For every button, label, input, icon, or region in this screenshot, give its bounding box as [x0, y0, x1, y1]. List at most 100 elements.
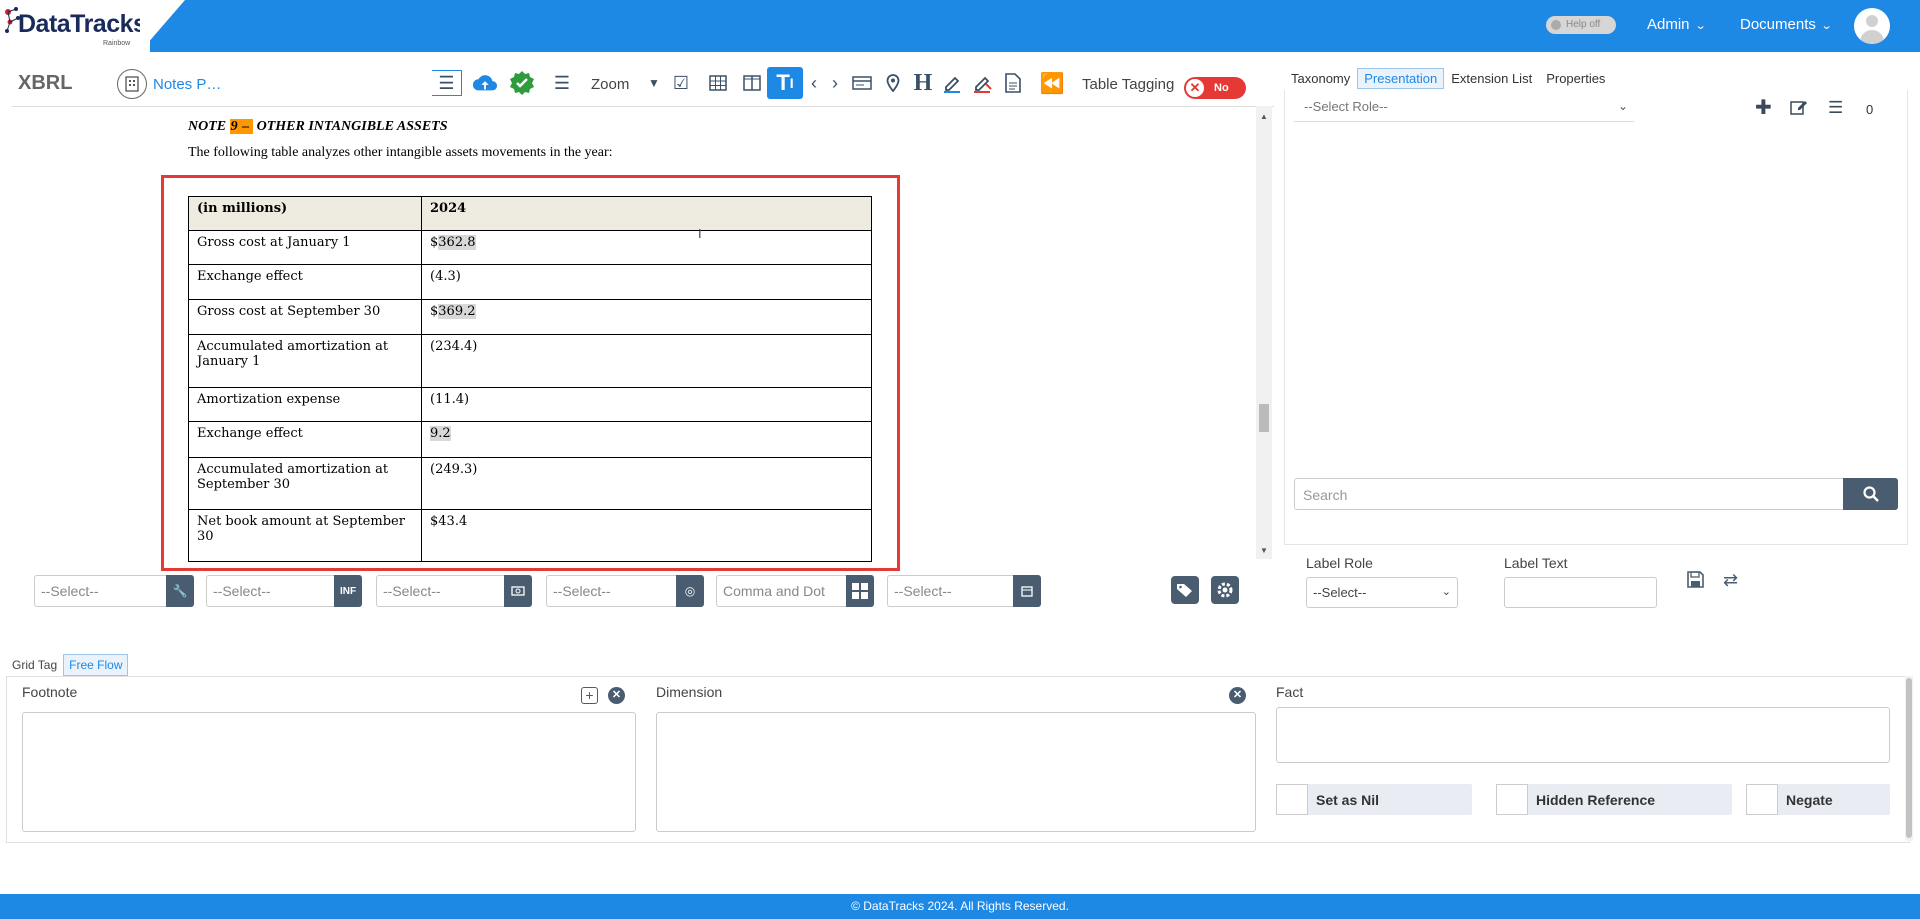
tab-properties[interactable]: Properties: [1539, 68, 1612, 89]
card-icon[interactable]: [849, 70, 875, 96]
select-group-1[interactable]: --Select-- 🔧: [34, 575, 194, 607]
search-button[interactable]: [1843, 478, 1898, 510]
fact-textarea[interactable]: [1276, 707, 1890, 763]
select-group-5[interactable]: Comma and Dot: [716, 575, 874, 607]
right-panel-tabs: Taxonomy Presentation Extension List Pro…: [1284, 68, 1612, 89]
note-title: NOTE 9 – OTHER INTANGIBLE ASSETS: [188, 119, 448, 135]
map-pin-icon[interactable]: [880, 70, 906, 96]
close-icon: ✕: [1186, 79, 1204, 97]
admin-menu[interactable]: Admin ⌄: [1647, 16, 1706, 33]
text-tag-icon[interactable]: TI: [767, 67, 803, 99]
select-5[interactable]: Comma and Dot: [716, 575, 846, 607]
select-3[interactable]: --Select--: [376, 575, 504, 607]
documents-menu-label: Documents: [1740, 16, 1816, 33]
select-4[interactable]: --Select--: [546, 575, 676, 607]
clear-footnote-icon[interactable]: ✕: [608, 687, 625, 704]
search-input[interactable]: Search: [1294, 478, 1844, 510]
user-avatar[interactable]: [1854, 8, 1890, 44]
label-role-select[interactable]: --Select-- ⌄: [1306, 577, 1458, 608]
wrench-icon[interactable]: 🔧: [166, 575, 194, 607]
top-header: DataTracks Rainbow Help off Admin ⌄ Docum…: [0, 0, 1920, 52]
heading-icon[interactable]: H: [910, 70, 936, 96]
add-footnote-icon[interactable]: +: [581, 687, 598, 704]
rewind-icon[interactable]: ⏪: [1039, 70, 1065, 96]
currency-icon[interactable]: [504, 575, 532, 607]
dimension-textarea[interactable]: [656, 712, 1256, 832]
tab-taxonomy[interactable]: Taxonomy: [1284, 68, 1357, 89]
settings-gear-icon[interactable]: [1211, 576, 1239, 604]
set-as-nil-checkbox[interactable]: Set as Nil: [1276, 784, 1472, 815]
scroll-down-icon[interactable]: ▼: [1260, 546, 1268, 555]
tab-extension-list[interactable]: Extension List: [1444, 68, 1539, 89]
scroll-up-icon[interactable]: ▲: [1260, 112, 1268, 121]
select-group-6[interactable]: --Select--: [887, 575, 1041, 607]
edit-icon[interactable]: [1790, 98, 1808, 121]
footnote-textarea[interactable]: [22, 712, 636, 832]
swap-icon[interactable]: ⇄: [1723, 570, 1738, 591]
notes-button[interactable]: Notes P…: [117, 69, 221, 99]
search-icon: [1862, 486, 1879, 502]
building-icon: [117, 69, 147, 99]
select-group-2[interactable]: --Select-- INF: [206, 575, 362, 607]
table-tagging-label: Table Tagging: [1082, 76, 1175, 93]
avatar-body: [1860, 30, 1884, 44]
select-group-3[interactable]: --Select--: [376, 575, 532, 607]
hidden-reference-checkbox[interactable]: Hidden Reference: [1496, 784, 1732, 815]
logo[interactable]: DataTracks Rainbow: [0, 0, 150, 52]
role-select[interactable]: --Select Role-- ⌄: [1294, 96, 1634, 122]
tags-icon[interactable]: [1171, 576, 1199, 604]
select-6[interactable]: --Select--: [887, 575, 1013, 607]
remove-highlight-icon[interactable]: [969, 70, 995, 96]
number-format-icon[interactable]: [846, 575, 874, 607]
chevron-down-icon: ⌄: [1617, 99, 1628, 113]
tab-free-flow[interactable]: Free Flow: [63, 654, 129, 676]
calendar-icon[interactable]: [1013, 575, 1041, 607]
inf-button[interactable]: INF: [334, 575, 362, 607]
document-scrollbar[interactable]: ▲ ▼: [1256, 106, 1272, 559]
documents-menu[interactable]: Documents ⌄: [1740, 16, 1832, 33]
role-count: 0: [1866, 102, 1874, 117]
table-tagging-toggle[interactable]: ✕ No: [1184, 77, 1246, 99]
checkbox-box[interactable]: [1496, 784, 1528, 815]
tab-presentation[interactable]: Presentation: [1357, 68, 1445, 89]
zoom-label: Zoom: [591, 76, 630, 93]
table-grid-icon[interactable]: [705, 70, 731, 96]
add-icon[interactable]: ✚: [1755, 95, 1772, 120]
scale-icon[interactable]: ◎: [676, 575, 704, 607]
document-icon[interactable]: [1000, 70, 1026, 96]
help-toggle[interactable]: Help off: [1546, 16, 1616, 34]
notes-button-label: Notes P…: [153, 75, 222, 93]
scrollbar-thumb[interactable]: [1906, 678, 1912, 838]
bottom-tabs: Grid Tag Free Flow: [6, 654, 129, 676]
select-group-4[interactable]: --Select-- ◎: [546, 575, 704, 607]
validate-check-icon[interactable]: [509, 70, 535, 96]
scrollbar-thumb[interactable]: [1259, 404, 1269, 432]
checkbox-box[interactable]: [1276, 784, 1308, 815]
label-role-value: --Select--: [1313, 585, 1367, 600]
label-text-input[interactable]: [1504, 577, 1657, 608]
tab-grid-tag[interactable]: Grid Tag: [6, 654, 63, 676]
outline-panel-icon[interactable]: ☰: [432, 70, 462, 96]
table-tagging-value: No: [1214, 82, 1229, 94]
fact-label: Fact: [1276, 684, 1304, 700]
list-icon[interactable]: ☰: [549, 70, 575, 96]
clear-dimension-icon[interactable]: ✕: [1229, 687, 1246, 704]
checkbox-edit-icon[interactable]: ☑: [668, 70, 694, 96]
select-2[interactable]: --Select--: [206, 575, 334, 607]
select-1[interactable]: --Select--: [34, 575, 166, 607]
bottom-scrollbar[interactable]: [1905, 676, 1913, 841]
checkbox-box[interactable]: [1746, 784, 1778, 815]
note-number[interactable]: 9: [229, 119, 239, 134]
highlighter-icon[interactable]: [939, 70, 965, 96]
zoom-dropdown-icon[interactable]: ▼: [641, 70, 667, 96]
menu-icon[interactable]: ☰: [1828, 98, 1843, 118]
chevron-right-icon[interactable]: ›: [822, 70, 848, 96]
columns-icon[interactable]: [739, 70, 765, 96]
footnote-label: Footnote: [22, 684, 78, 700]
save-icon[interactable]: [1687, 571, 1704, 593]
logo-subtitle: Rainbow: [103, 40, 131, 47]
negate-checkbox[interactable]: Negate: [1746, 784, 1890, 815]
cloud-upload-icon[interactable]: [472, 70, 498, 96]
avatar-head: [1866, 15, 1878, 27]
negate-label: Negate: [1786, 792, 1833, 808]
